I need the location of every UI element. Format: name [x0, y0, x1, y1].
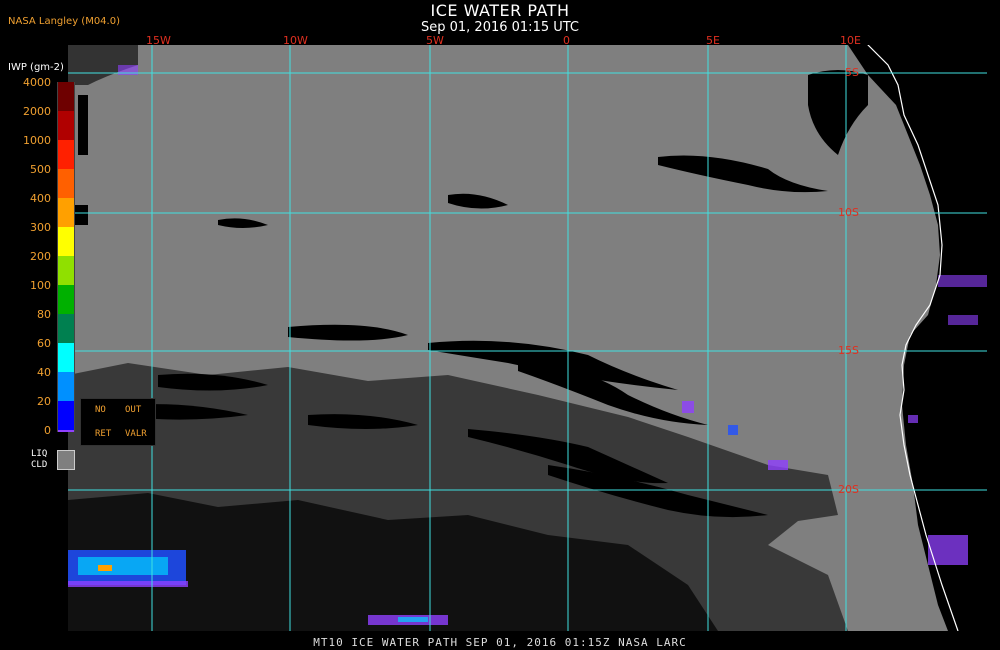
legend-value-300: 300	[30, 221, 51, 234]
legend-value-100: 100	[30, 279, 51, 292]
legend-swatch-400	[57, 198, 75, 227]
legend-swatch-300	[57, 227, 75, 256]
legend-no-label: NO	[95, 405, 106, 415]
legend-value-60: 60	[37, 337, 51, 350]
map-timestamp: Sep 01, 2016 01:15 UTC	[420, 20, 580, 35]
legend-swatch-2000	[57, 111, 75, 140]
map-title: ICE WATER PATH	[430, 1, 570, 20]
legend-swatch-200	[57, 256, 75, 285]
legend-value-4000: 4000	[23, 76, 51, 89]
legend-swatch-20	[57, 401, 75, 430]
legend-swatch-80	[57, 314, 75, 343]
lat-label-20s: 20S	[838, 483, 859, 496]
legend-value-200: 200	[30, 250, 51, 263]
legend-swatch-500	[57, 169, 75, 198]
legend-swatch-60	[57, 343, 75, 372]
lat-label-10s: 10S	[838, 206, 859, 219]
legend-value-40: 40	[37, 366, 51, 379]
legend-swatch-0	[57, 430, 75, 432]
legend-liq-label: LIQ	[31, 449, 48, 459]
legend-swatch-40	[57, 372, 75, 401]
legend-cld-label: CLD	[31, 460, 48, 470]
ice-water-path-map	[68, 45, 987, 631]
legend-value-0: 0	[44, 424, 51, 437]
liquid-cloud-swatch	[57, 450, 75, 470]
legend-valr-label: VALR	[125, 429, 147, 439]
lat-label-15s: 15S	[838, 344, 859, 357]
legend-value-2000: 2000	[23, 105, 51, 118]
legend-out-label: OUT	[125, 405, 142, 415]
lat-label-5s: 5S	[845, 66, 859, 79]
legend-value-80: 80	[37, 308, 51, 321]
source-label: NASA Langley (M04.0)	[8, 16, 120, 27]
legend-status-box: NO OUT RET VALR	[80, 398, 156, 446]
legend-swatch-100	[57, 285, 75, 314]
legend-swatch-1000	[57, 140, 75, 169]
legend-value-20: 20	[37, 395, 51, 408]
footer-caption: MT10 ICE WATER PATH SEP 01, 2016 01:15Z …	[313, 636, 687, 649]
legend-value-500: 500	[30, 163, 51, 176]
legend-unit-label: IWP (gm-2)	[8, 62, 64, 73]
legend-ret-label: RET	[95, 429, 112, 439]
legend-value-400: 400	[30, 192, 51, 205]
legend-value-1000: 1000	[23, 134, 51, 147]
legend-swatch-4000	[57, 82, 75, 111]
